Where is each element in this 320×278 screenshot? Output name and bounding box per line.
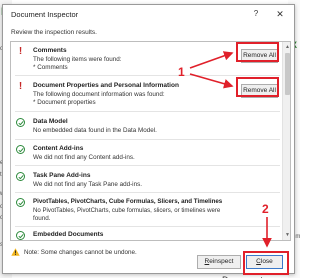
result-heading: PivotTables, PivotCharts, Cube Formulas,…: [33, 198, 223, 205]
instructions-text: Review the inspection results.: [11, 29, 97, 36]
scroll-up-arrow-icon[interactable]: ▲: [283, 43, 290, 51]
result-description: The following document information was f…: [33, 91, 165, 98]
divider: [15, 165, 280, 166]
checkmark-circle-icon: [16, 145, 25, 154]
warning-exclamation-icon: !: [18, 46, 23, 57]
divider: [15, 192, 280, 193]
inspection-results-list[interactable]: ! Comments The following items were foun…: [10, 41, 291, 241]
result-description: We did not find any Content add-ins.: [33, 154, 135, 161]
checkmark-circle-icon: [16, 118, 25, 127]
divider: [15, 75, 280, 76]
callout-number-2: 2: [262, 202, 269, 216]
result-description: The following items were found:: [33, 56, 122, 63]
scroll-down-arrow-icon[interactable]: ▼: [283, 231, 290, 239]
checkmark-circle-icon: [16, 231, 25, 240]
results-scrollbar[interactable]: ▲ ▼: [282, 42, 290, 240]
result-heading: Data Model: [33, 118, 68, 125]
highlight-box-remove-comments: [236, 42, 279, 62]
scroll-thumb[interactable]: [285, 53, 290, 95]
result-description: We did not find any Task Pane add-ins.: [33, 181, 142, 188]
divider: [15, 139, 280, 140]
title-close-button[interactable]: ✕: [273, 8, 287, 20]
help-button[interactable]: ?: [249, 8, 263, 20]
result-heading: Comments: [33, 47, 67, 54]
reinspect-button[interactable]: Reinspect: [197, 255, 241, 269]
warning-exclamation-icon: !: [18, 81, 23, 92]
dialog-titlebar: Document Inspector ? ✕: [3, 5, 294, 23]
result-heading: Document Properties and Personal Informa…: [33, 82, 179, 89]
result-description: No embedded data found in the Data Model…: [33, 127, 157, 134]
result-heading: Task Pane Add-ins: [33, 172, 91, 179]
result-heading: Embedded Documents: [33, 231, 104, 238]
result-description: * Document properties: [33, 99, 96, 106]
result-description: * Comments: [33, 64, 68, 71]
checkmark-circle-icon: [16, 198, 25, 207]
divider: [15, 226, 280, 227]
note-text: Note: Some changes cannot be undone.: [24, 249, 137, 256]
highlight-box-close: [243, 251, 289, 275]
warning-triangle-icon: [11, 248, 20, 256]
dialog-title: Document Inspector: [11, 10, 79, 19]
result-description: found.: [33, 215, 51, 222]
divider: [15, 111, 280, 112]
checkmark-circle-icon: [16, 172, 25, 181]
callout-number-1: 1: [178, 65, 185, 79]
result-description: No PivotTables, PivotCharts, cube formul…: [33, 207, 221, 214]
result-heading: Content Add-ins: [33, 145, 84, 152]
highlight-box-remove-properties: [236, 77, 279, 97]
